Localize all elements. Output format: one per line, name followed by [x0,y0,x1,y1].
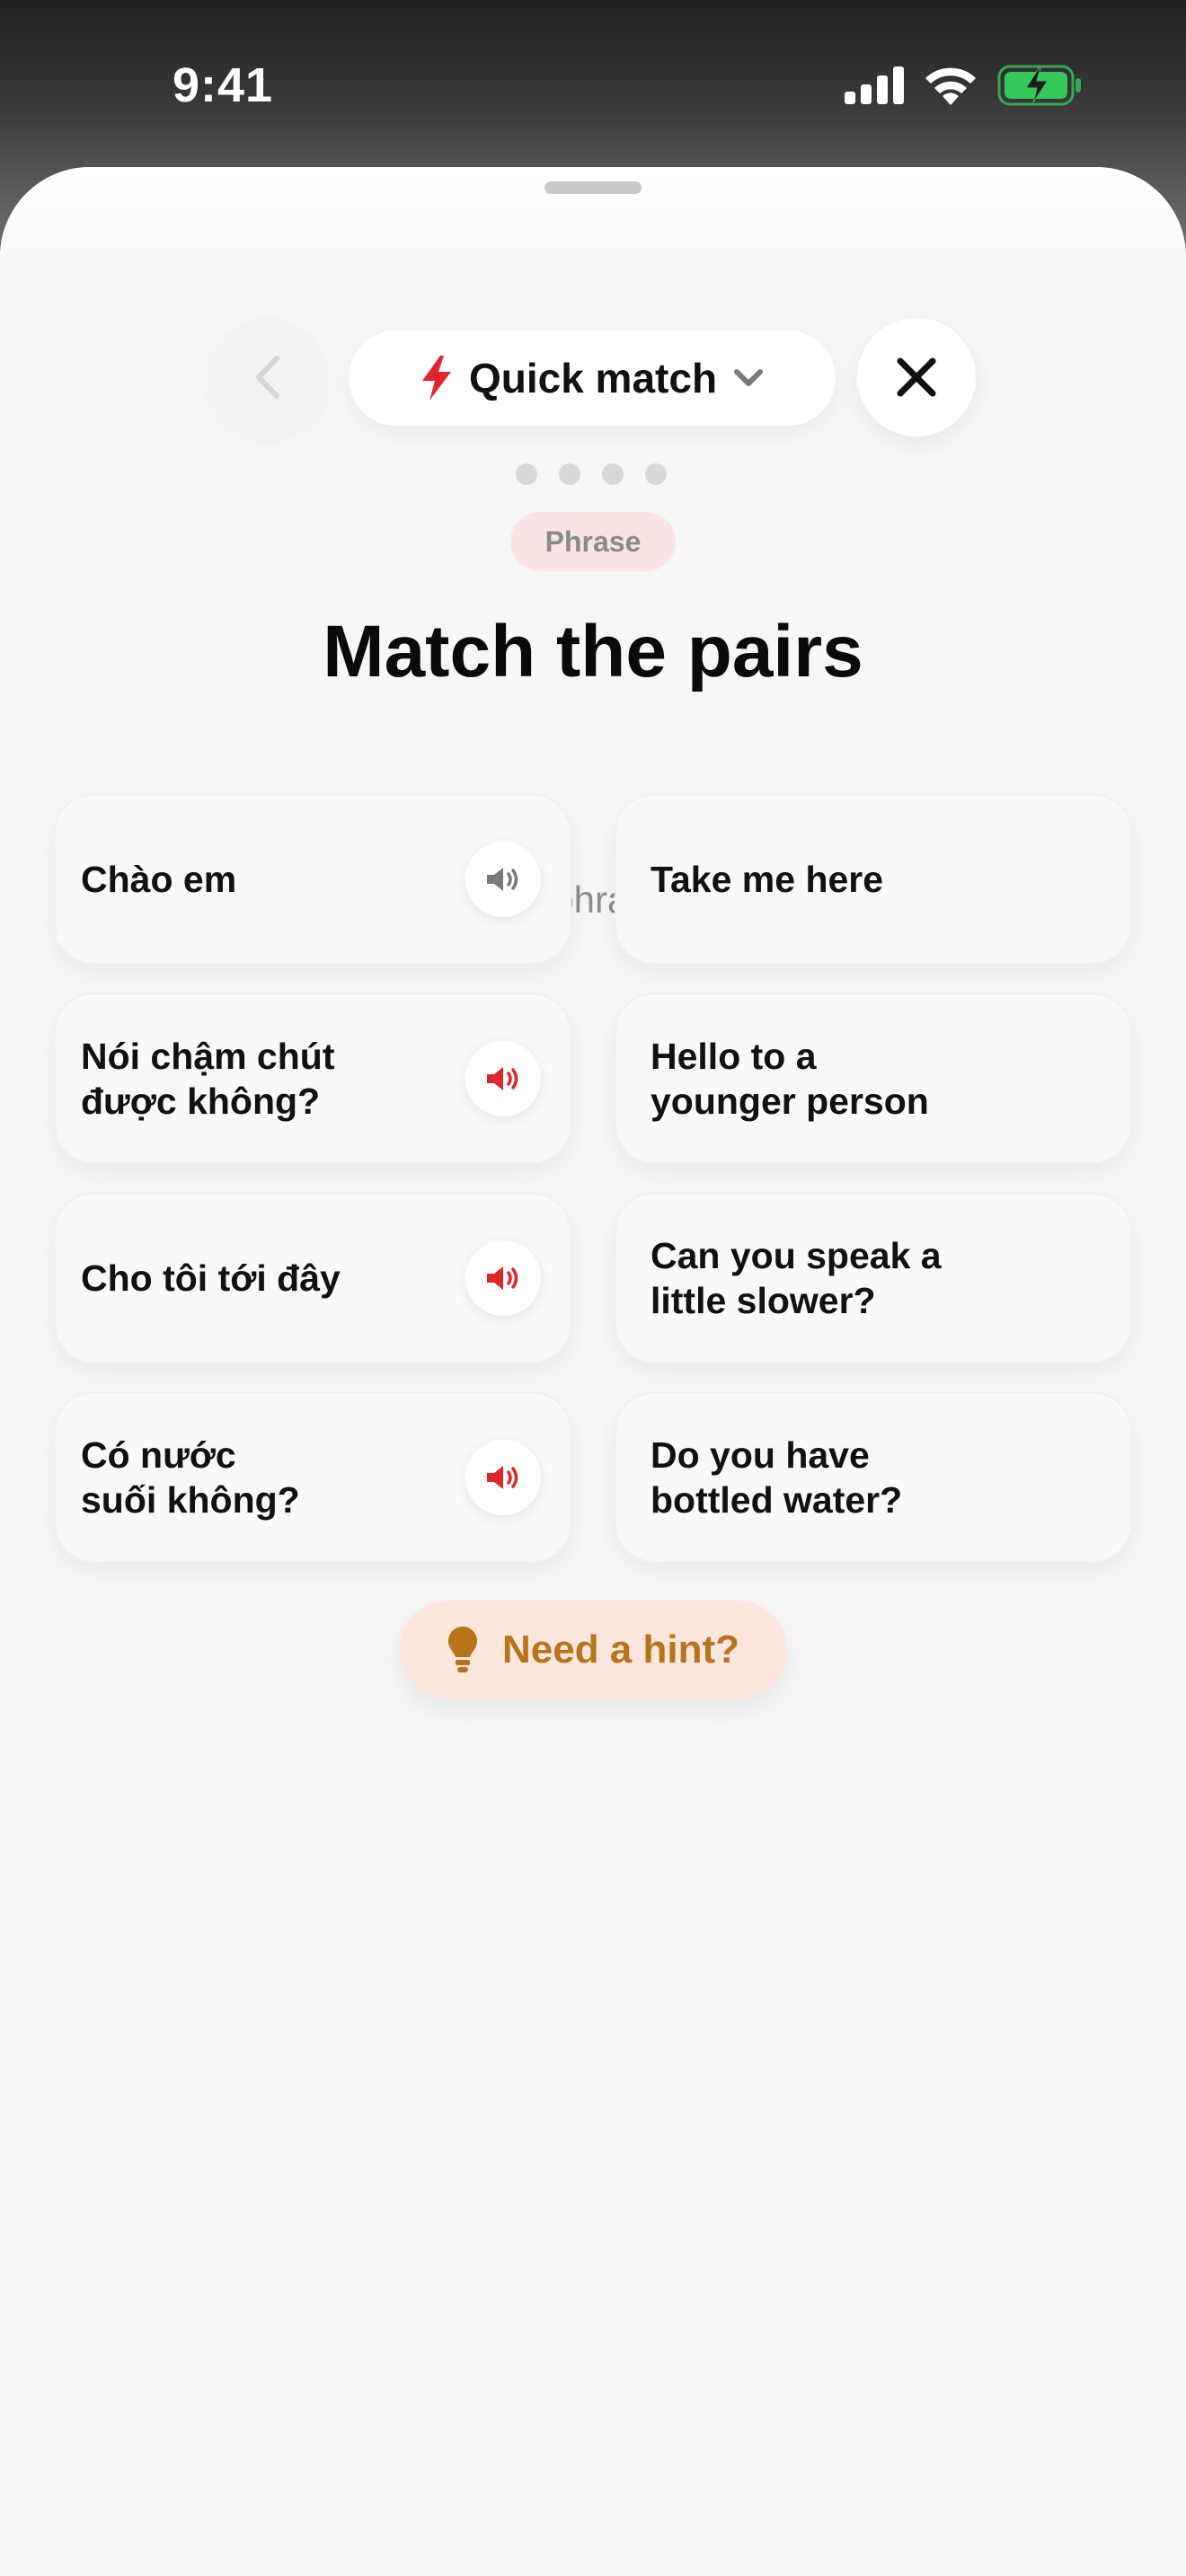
meaning-card-right[interactable]: Take me here [615,794,1132,965]
progress-dots [516,463,667,485]
lightning-bolt-icon [421,356,451,401]
progress-dot [559,463,580,485]
close-icon [897,357,936,397]
lightbulb-icon [447,1627,477,1672]
progress-dot [516,463,537,485]
status-time: 9:41 [173,58,274,112]
sheet-grabber[interactable] [544,181,642,194]
meaning-card-right[interactable]: Hello to a younger person [615,993,1132,1164]
meaning-card-right[interactable]: Do you have bottled water? [615,1392,1132,1563]
phrase-card-left[interactable]: Nói chậm chút được không? [54,993,571,1164]
status-icons [845,63,1082,108]
phrase-text: Chào em [81,859,237,900]
hint-button[interactable]: Need a hint? [399,1601,787,1699]
audio-button[interactable] [465,1240,541,1316]
speaker-icon [487,1466,518,1489]
page-title: Match the pairs [323,611,863,693]
speaker-icon [487,868,518,891]
audio-button[interactable] [465,1440,541,1515]
meaning-card-right[interactable]: Can you speak a little slower? [615,1193,1132,1363]
mode-label: Quick match [468,355,718,401]
meaning-text: Take me here [651,859,884,900]
meaning-text: Do you have bottled water? [651,1434,903,1521]
progress-dot [645,463,667,485]
cellular-signal-icon [845,66,904,104]
phrase-card-left[interactable]: Chào em [54,794,571,965]
phrase-card-left[interactable]: Cho tôi tới đây [54,1193,571,1363]
phrase-text: Nói chậm chút được không? [81,1036,335,1122]
exercise-sheet: Quick match Phrase Match the pairs Tap t… [0,167,1186,2576]
close-button[interactable] [857,318,976,437]
phrase-text: Có nước suối không? [81,1434,300,1521]
wifi-icon [925,67,976,105]
meaning-text: Can you speak a little slower? [651,1235,942,1321]
chevron-left-icon [256,356,279,399]
phrase-text: Cho tôi tới đây [81,1257,341,1299]
speaker-icon [487,1266,518,1290]
audio-button[interactable] [465,842,541,917]
mode-selector[interactable]: Quick match [349,331,836,426]
back-button[interactable] [208,318,327,437]
progress-dot [602,463,624,485]
chevron-down-icon [734,369,764,386]
battery-charging-icon [997,65,1081,106]
meaning-text: Hello to a younger person [651,1036,929,1122]
category-badge: Phrase [510,512,676,571]
speaker-icon [487,1067,518,1090]
hint-label: Need a hint? [501,1628,740,1672]
phrase-card-left[interactable]: Có nước suối không? [54,1392,571,1563]
audio-button[interactable] [465,1041,541,1116]
